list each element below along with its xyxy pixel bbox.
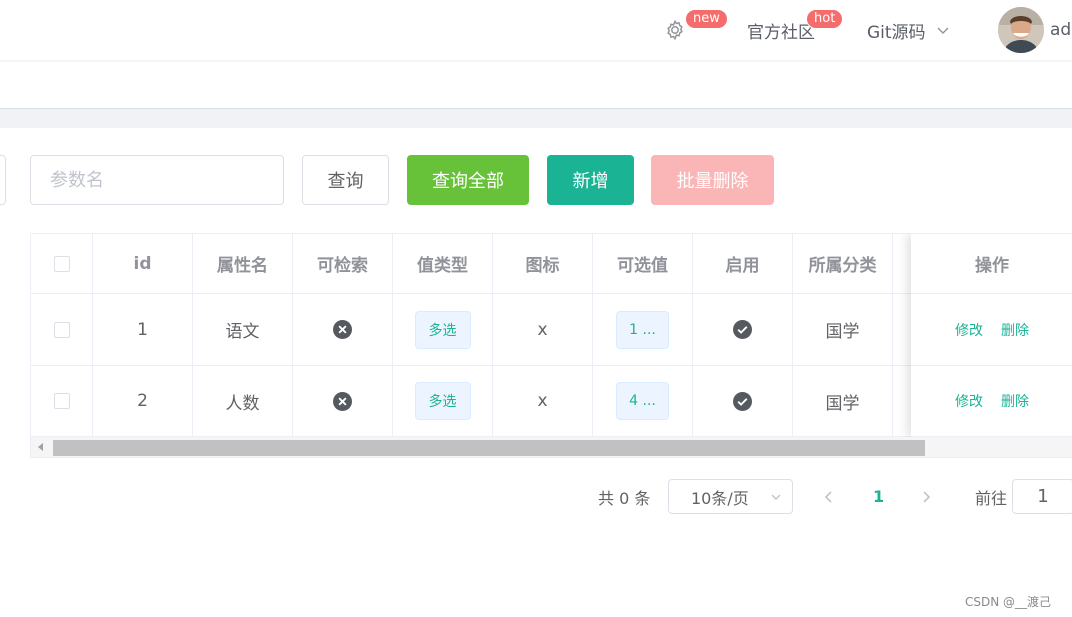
delete-link[interactable]: 删除	[1001, 320, 1029, 340]
chevron-right-icon	[923, 490, 931, 503]
options-tag[interactable]: 4 ...	[616, 382, 669, 420]
delete-link[interactable]: 删除	[1001, 391, 1029, 411]
avatar[interactable]	[998, 7, 1044, 53]
hot-badge: hot	[806, 9, 844, 29]
page-size-select[interactable]: 10条/页	[668, 479, 793, 514]
query-button[interactable]: 查询	[302, 155, 389, 205]
scroll-left-icon[interactable]	[31, 437, 51, 457]
x-circle-icon	[333, 320, 352, 339]
cell-id: 2	[93, 366, 193, 437]
prev-page-button[interactable]	[822, 479, 836, 514]
cell-category: 国学	[793, 294, 893, 366]
git-source-label: Git源码	[867, 22, 926, 43]
column-header-id[interactable]: id	[93, 234, 193, 294]
add-button[interactable]: 新增	[547, 155, 634, 205]
new-badge: new	[685, 9, 728, 29]
row-actions: 修改 删除	[911, 294, 1072, 366]
cell-options: 4 ...	[593, 366, 693, 437]
param-name-search-input[interactable]	[30, 155, 284, 205]
content-separator	[0, 110, 1072, 128]
row-checkbox[interactable]	[53, 393, 70, 409]
goto-page-field[interactable]	[1013, 480, 1072, 513]
value-type-tag: 多选	[414, 382, 471, 420]
cell-enabled	[693, 366, 793, 437]
git-source-menu[interactable]: Git源码	[867, 0, 950, 60]
cell-value-type: 多选	[393, 366, 493, 437]
edit-link[interactable]: 修改	[955, 320, 983, 340]
query-all-button[interactable]: 查询全部	[407, 155, 529, 205]
csdn-watermark: CSDN @__渡己	[965, 595, 1052, 609]
row-actions: 修改 删除	[911, 366, 1072, 437]
column-header-enabled[interactable]: 启用	[693, 234, 793, 294]
column-header-options[interactable]: 可选值	[593, 234, 693, 294]
chevron-left-icon	[824, 490, 832, 503]
cell-value-type: 多选	[393, 294, 493, 366]
options-tag[interactable]: 1 ...	[616, 310, 669, 349]
cell-attr-name: 人数	[193, 366, 293, 437]
goto-label: 前往	[975, 488, 1008, 508]
cell-attr-name: 语文	[193, 294, 293, 366]
value-type-tag: 多选	[414, 310, 471, 349]
check-circle-icon	[733, 391, 752, 411]
horizontal-scrollbar[interactable]	[31, 437, 1072, 457]
cell-category: 国学	[793, 366, 893, 437]
param-name-input-field[interactable]	[31, 156, 283, 204]
official-community-link[interactable]: 官方社区	[747, 0, 815, 60]
column-header-searchable[interactable]: 可检索	[293, 234, 393, 294]
scrollbar-thumb[interactable]	[53, 440, 925, 456]
edit-link[interactable]: 修改	[955, 391, 983, 411]
column-header-icon[interactable]: 图标	[493, 234, 593, 294]
gear-icon	[667, 19, 683, 41]
column-header-category[interactable]: 所属分类	[793, 234, 893, 294]
row-checkbox-cell	[31, 366, 93, 437]
cell-options: 1 ...	[593, 294, 693, 366]
cell-icon: x	[493, 366, 593, 437]
goto-page-input[interactable]	[1012, 479, 1072, 514]
username[interactable]: adr	[1050, 0, 1072, 60]
select-all-checkbox[interactable]	[53, 255, 70, 272]
column-header-value-type[interactable]: 值类型	[393, 234, 493, 294]
settings-button[interactable]	[664, 0, 686, 60]
cell-icon: x	[493, 294, 593, 366]
row-checkbox[interactable]	[53, 321, 70, 338]
page-number-current[interactable]: 1	[873, 479, 884, 514]
next-page-button[interactable]	[919, 479, 933, 514]
tags-view-bar	[0, 62, 1072, 109]
pagination-total: 共 0 条	[598, 488, 651, 508]
check-circle-icon	[733, 320, 752, 339]
chevron-down-icon	[771, 494, 781, 500]
fixed-action-column: 操作 修改 删除 修改 删除	[911, 234, 1072, 437]
select-all-cell	[31, 234, 93, 294]
row-checkbox-cell	[31, 294, 93, 366]
attribute-table: id 属性名 可检索 值类型 图标 可选值 启用 所属分类 1 语文 多选 x …	[30, 233, 1072, 458]
cell-enabled	[693, 294, 793, 366]
cell-searchable	[293, 366, 393, 437]
top-navbar: new 官方社区 hot Git源码 adr	[0, 0, 1072, 60]
column-header-actions: 操作	[911, 234, 1072, 294]
batch-delete-button[interactable]: 批量删除	[651, 155, 774, 205]
page-size-value: 10条/页	[691, 488, 749, 508]
chevron-down-icon	[937, 27, 949, 34]
column-header-name[interactable]: 属性名	[193, 234, 293, 294]
previous-filter-input[interactable]	[0, 155, 6, 205]
x-circle-icon	[333, 391, 352, 411]
cell-id: 1	[93, 294, 193, 366]
cell-searchable	[293, 294, 393, 366]
